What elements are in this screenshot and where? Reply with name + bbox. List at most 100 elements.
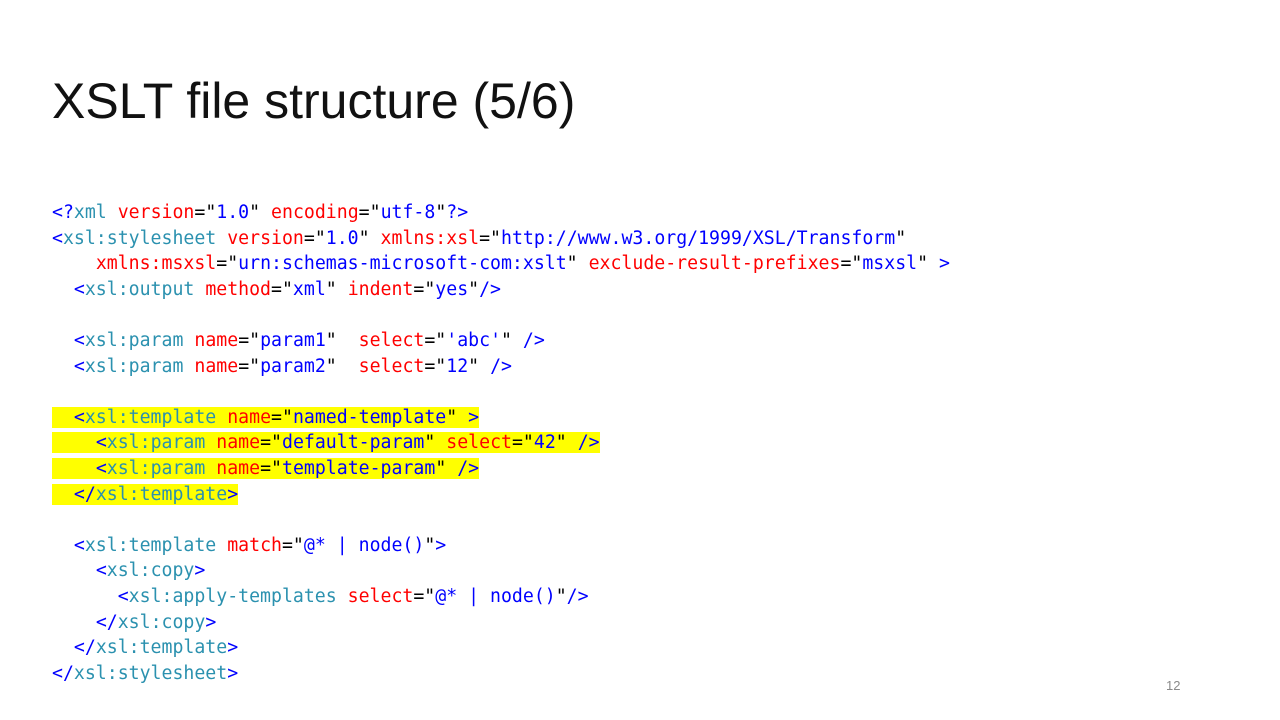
code-token: yes xyxy=(435,278,469,300)
code-token: 1.0 xyxy=(325,227,359,249)
code-token: name xyxy=(216,457,261,479)
code-token: > xyxy=(227,637,239,659)
code-token: =" xyxy=(303,227,326,249)
code-token: =" xyxy=(281,534,304,556)
code-token: @* | node() xyxy=(435,585,556,607)
code-token: " xyxy=(249,202,272,223)
code-token: < xyxy=(52,227,63,249)
code-token: =" xyxy=(511,432,534,454)
code-token: < xyxy=(73,329,85,351)
code-token: <? xyxy=(52,202,74,223)
highlighted-code: <xsl:param name="template-param" /> xyxy=(52,457,480,479)
code-token: /> xyxy=(566,585,589,607)
code-token: encoding xyxy=(271,202,359,223)
code-token: xsl:param xyxy=(84,329,184,351)
code-token: < xyxy=(73,355,85,377)
code-token: urn:schemas-microsoft-com:xslt xyxy=(238,253,567,275)
code-line: </xsl:template> xyxy=(52,635,950,661)
code-token: /> xyxy=(522,329,545,351)
code-line: </xsl:template> xyxy=(52,482,950,508)
code-token: ?> xyxy=(446,202,469,223)
code-token: version xyxy=(117,202,195,223)
code-line: <xsl:apply-templates select="@* | node()… xyxy=(52,584,950,610)
code-line: <xsl:copy> xyxy=(52,558,950,584)
code-token: =" xyxy=(424,329,447,351)
code-token: " xyxy=(468,355,491,377)
code-token: " xyxy=(468,278,480,300)
code-token: " xyxy=(446,406,469,428)
page-number: 12 xyxy=(1166,678,1181,693)
code-token: xmlns:xsl xyxy=(380,227,480,249)
code-token: xsl:template xyxy=(95,483,228,505)
code-token: " xyxy=(424,432,447,454)
code-line: <xsl:output method="xml" indent="yes"/> xyxy=(52,277,950,303)
code-token: > xyxy=(205,611,217,633)
code-token: @* | node() xyxy=(303,534,425,556)
code-line: </xsl:copy> xyxy=(52,610,950,636)
code-token: < xyxy=(95,560,107,582)
code-token: < xyxy=(73,534,85,556)
code-token: < xyxy=(117,585,129,607)
code-token: xsl:param xyxy=(84,355,184,377)
code-token: xsl:param xyxy=(106,457,206,479)
code-token: =" xyxy=(271,278,293,300)
code-token: /> xyxy=(457,457,480,479)
code-token: </ xyxy=(95,611,118,633)
code-token: =" xyxy=(216,253,239,275)
code-token: name xyxy=(194,329,239,351)
code-token: xsl:template xyxy=(84,406,217,428)
code-token: match xyxy=(227,534,282,556)
code-token: 12 xyxy=(446,355,469,377)
code-token: " xyxy=(555,432,578,454)
code-token: msxsl xyxy=(862,253,918,275)
code-token: > xyxy=(468,406,480,428)
code-token: /> xyxy=(490,355,512,377)
code-token: " xyxy=(555,585,567,607)
code-token: xsl:apply-templates xyxy=(128,585,337,607)
code-token: exclude-result-prefixes xyxy=(588,253,841,275)
code-token: template-param xyxy=(282,457,436,479)
code-line: <xsl:param name="param2" select="12" /> xyxy=(52,354,950,380)
code-token: default-param xyxy=(282,432,425,454)
code-token: xsl:stylesheet xyxy=(73,662,228,684)
code-token: name xyxy=(194,355,239,377)
code-token: xmlns:msxsl xyxy=(95,253,217,275)
code-token: /> xyxy=(577,432,600,454)
code-token: xsl:copy xyxy=(106,560,195,582)
code-token: version xyxy=(227,227,304,249)
code-token: =" xyxy=(413,278,436,300)
code-token: indent xyxy=(347,278,414,300)
code-line: </xsl:stylesheet> xyxy=(52,661,950,687)
code-token: < xyxy=(95,432,107,454)
code-line: <xsl:param name="default-param" select="… xyxy=(52,430,950,456)
code-line: <?xml version="1.0" encoding="utf-8"?> xyxy=(52,200,950,226)
code-token: 42 xyxy=(533,432,556,454)
code-token: =" xyxy=(260,432,282,454)
code-token: " xyxy=(424,534,436,556)
code-token: </ xyxy=(52,662,74,684)
slide-title: XSLT file structure (5/6) xyxy=(52,73,576,129)
code-token: /> xyxy=(479,278,502,300)
code-token: " xyxy=(435,202,447,223)
code-token: =" xyxy=(840,253,863,275)
code-token: =" xyxy=(413,585,436,607)
code-line: xmlns:msxsl="urn:schemas-microsoft-com:x… xyxy=(52,251,950,277)
code-token: name xyxy=(227,406,272,428)
code-line: <xsl:template name="named-template" > xyxy=(52,405,950,431)
code-token: =" xyxy=(238,355,261,377)
code-token: =" xyxy=(358,202,381,223)
code-token: " xyxy=(501,329,523,351)
